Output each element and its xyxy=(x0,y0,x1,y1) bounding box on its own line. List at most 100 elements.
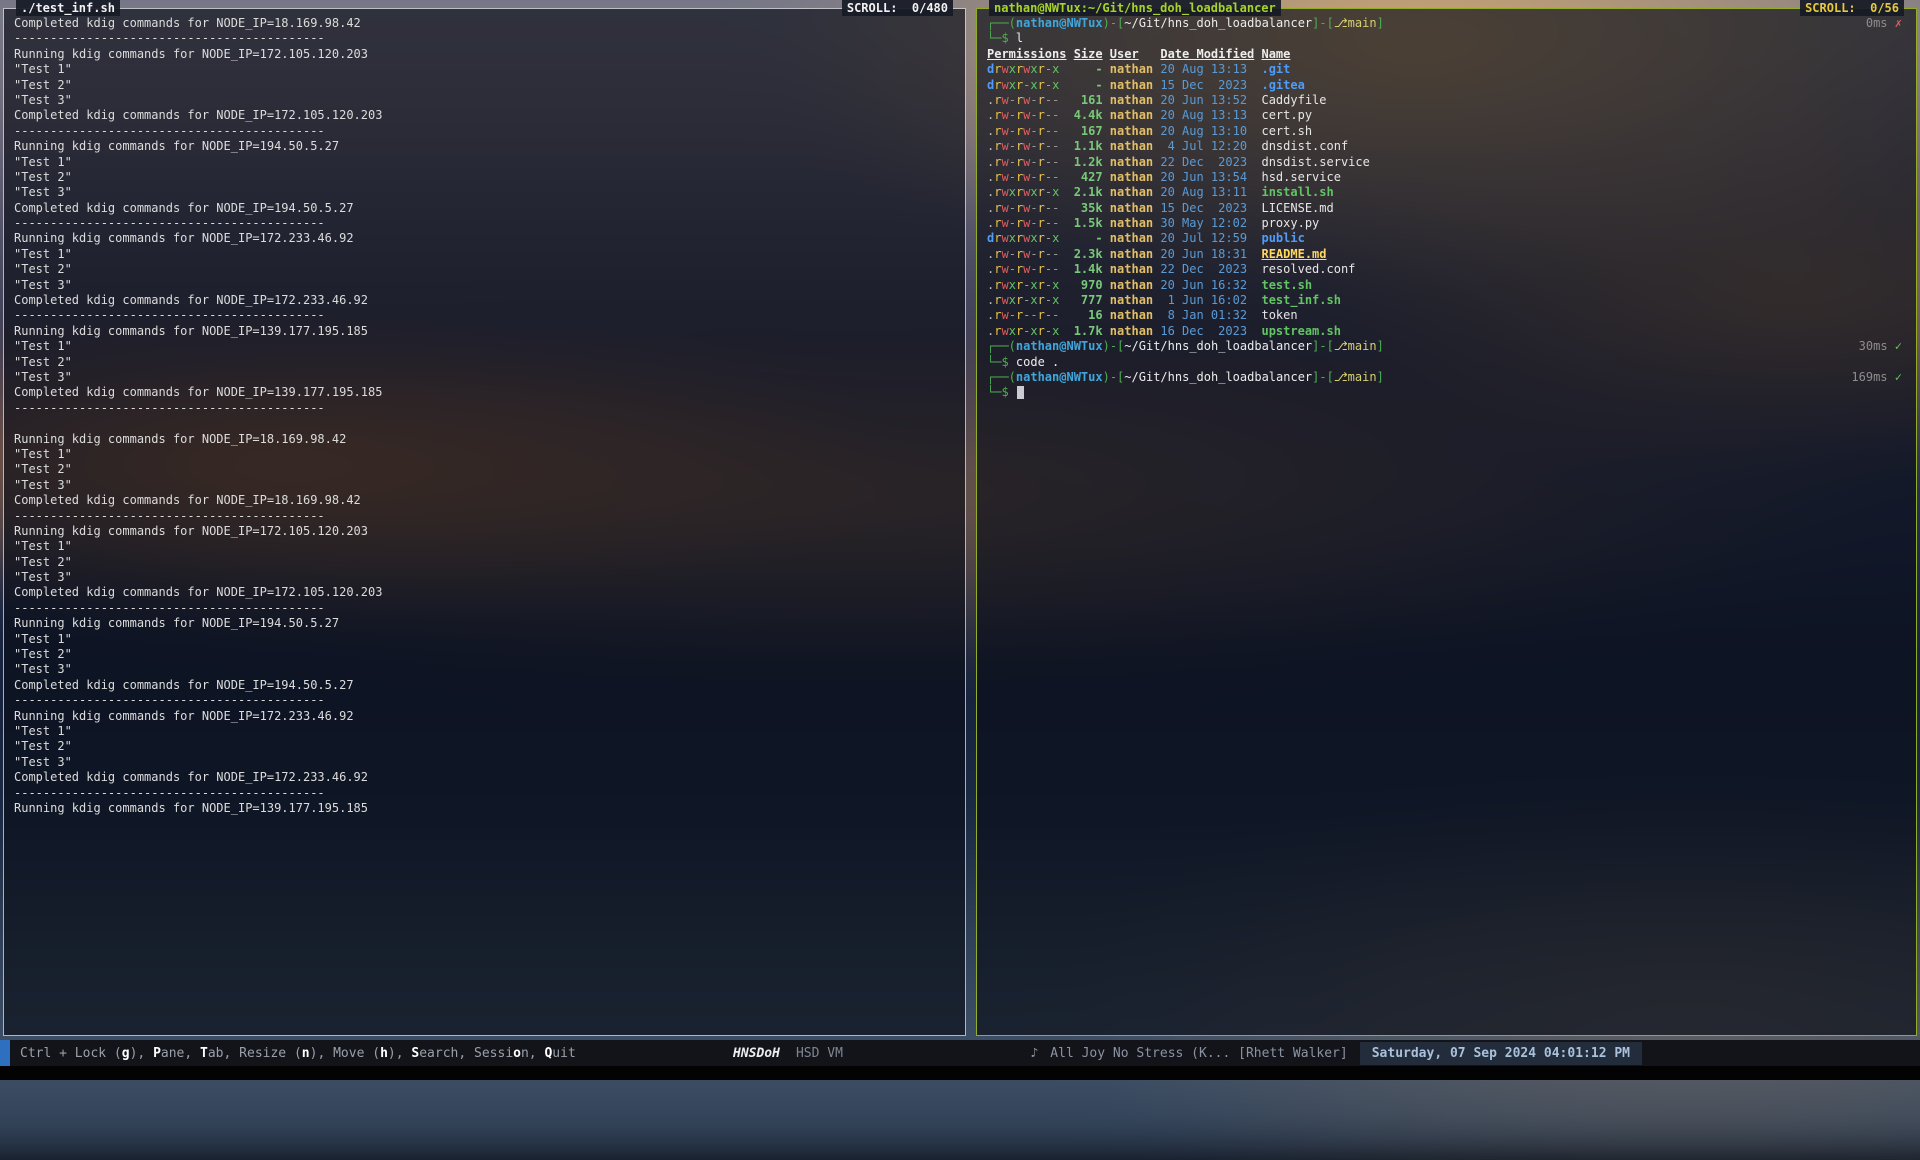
terminal-line: "Test 3" xyxy=(14,478,955,493)
terminal-line: ----------------------------------------… xyxy=(14,693,955,708)
file-permissions: .rw-rw-r-- xyxy=(987,262,1066,277)
file-date: 20 Aug 13:13 xyxy=(1160,108,1254,123)
perm-char: w xyxy=(1001,262,1008,276)
keyhint-text: ), xyxy=(310,1046,333,1061)
prompt-line: ┌──(nathan@NWTux)-[~/Git/hns_doh_loadbal… xyxy=(987,339,1906,354)
perm-char: w xyxy=(1001,278,1008,292)
perm-char: - xyxy=(1009,216,1016,230)
left-pane-output[interactable]: Completed kdig commands for NODE_IP=18.1… xyxy=(4,9,965,1035)
typed-command: l xyxy=(1016,31,1023,45)
perm-char: - xyxy=(1030,155,1037,169)
pane-test-inf-sh[interactable]: ./test_inf.sh SCROLL: 0/480 Completed kd… xyxy=(3,8,966,1036)
git-branch-icon: ⎇ xyxy=(1334,370,1348,385)
perm-char: x xyxy=(1030,278,1037,292)
file-owner: nathan xyxy=(1110,201,1153,216)
terminal-line: ----------------------------------------… xyxy=(14,401,955,416)
file-permissions: .rw-rw-r-- xyxy=(987,93,1066,108)
terminal-line: Running kdig commands for NODE_IP=139.17… xyxy=(14,324,955,339)
keyhint-text: ab, xyxy=(208,1046,239,1061)
terminal-line xyxy=(14,416,955,431)
command-line: └─$ l xyxy=(987,31,1906,46)
header-user: User xyxy=(1110,47,1153,62)
file-row: .rw-rw-r--427nathan20 Jun 13:54hsd.servi… xyxy=(987,170,1906,185)
perm-char: r xyxy=(1038,324,1045,338)
perm-char: - xyxy=(1052,247,1059,261)
file-name: resolved.conf xyxy=(1261,262,1355,276)
right-pane-output[interactable]: ┌──(nathan@NWTux)-[~/Git/hns_doh_loadbal… xyxy=(977,9,1916,1035)
file-name: dnsdist.conf xyxy=(1261,139,1348,153)
file-row: .rw-rw-r--1.1knathan 4 Jul 12:20dnsdist.… xyxy=(987,139,1906,154)
terminal-line: "Test 2" xyxy=(14,78,955,93)
keyhint-key: o xyxy=(513,1046,521,1061)
pane-shell[interactable]: nathan@NWTux:~/Git/hns_doh_loadbalancer … xyxy=(976,8,1917,1036)
prompt-frame: ] xyxy=(1377,339,1384,354)
file-permissions: .rw-rw-r-- xyxy=(987,201,1066,216)
perm-char: - xyxy=(1052,262,1059,276)
perm-char: - xyxy=(1009,262,1016,276)
perm-char: - xyxy=(1052,155,1059,169)
keyhint-key: n xyxy=(302,1046,310,1061)
perm-char: w xyxy=(1001,93,1008,107)
file-name: .gitea xyxy=(1261,78,1304,92)
perm-char: - xyxy=(1009,139,1016,153)
file-size: 35k xyxy=(1074,201,1103,216)
file-date: 20 Aug 13:10 xyxy=(1160,124,1254,139)
perm-char: - xyxy=(1052,216,1059,230)
file-owner: nathan xyxy=(1110,124,1153,139)
status-ok-icon: ✓ xyxy=(1895,370,1902,385)
perm-char: r xyxy=(1038,170,1045,184)
file-name: token xyxy=(1261,308,1297,322)
file-name: dnsdist.service xyxy=(1261,155,1369,169)
file-size: 4.4k xyxy=(1074,108,1103,123)
layout-group: HNSDoH HSD VM xyxy=(733,1040,843,1066)
status-ok-icon: ✓ xyxy=(1895,339,1902,354)
file-size: 16 xyxy=(1074,308,1103,323)
perm-char: - xyxy=(1030,247,1037,261)
file-date: 20 Jun 18:31 xyxy=(1160,247,1254,262)
perm-char: x xyxy=(1052,78,1059,92)
prompt-frame: ]-[ xyxy=(1312,339,1334,354)
status-right-group: ♪ All Joy No Stress (K... [Rhett Walker]… xyxy=(1030,1040,1642,1066)
music-note-icon: ♪ xyxy=(1030,1046,1038,1061)
perm-char: x xyxy=(1030,78,1037,92)
perm-char: x xyxy=(1030,185,1037,199)
terminal-line: "Test 1" xyxy=(14,155,955,170)
prompt-frame: └─$ xyxy=(987,355,1016,369)
keyhint-key: h xyxy=(380,1046,388,1061)
clock: Saturday, 07 Sep 2024 04:01:12 PM xyxy=(1360,1042,1642,1065)
keyhint-text: Move ( xyxy=(333,1046,380,1061)
perm-char: r xyxy=(1038,201,1045,215)
terminal-line: ----------------------------------------… xyxy=(14,509,955,524)
file-name: LICENSE.md xyxy=(1261,201,1333,215)
perm-char: - xyxy=(1052,139,1059,153)
command-duration: 169ms xyxy=(1851,370,1894,385)
perm-char: r xyxy=(1038,278,1045,292)
file-date: 20 Jun 13:52 xyxy=(1160,93,1254,108)
file-date: 22 Dec 2023 xyxy=(1160,155,1254,170)
perm-char: - xyxy=(1052,308,1059,322)
perm-char: - xyxy=(1030,216,1037,230)
perm-char: x xyxy=(1052,185,1059,199)
perm-char: r xyxy=(1038,124,1045,138)
file-permissions: .rw-rw-r-- xyxy=(987,108,1066,123)
terminal-line: "Test 1" xyxy=(14,632,955,647)
file-owner: nathan xyxy=(1110,231,1153,246)
prompt-frame: ] xyxy=(1377,16,1384,31)
terminal-line: "Test 2" xyxy=(14,555,955,570)
perm-char: - xyxy=(1030,308,1037,322)
terminal-line: "Test 3" xyxy=(14,370,955,385)
terminal-line: Running kdig commands for NODE_IP=139.17… xyxy=(14,801,955,816)
typed-command: code . xyxy=(1016,355,1059,369)
header-date: Date Modified xyxy=(1160,47,1254,62)
terminal-line: Running kdig commands for NODE_IP=194.50… xyxy=(14,616,955,631)
perm-char: - xyxy=(1030,139,1037,153)
keyhint-text: earch, xyxy=(419,1046,474,1061)
prompt-user-host: nathan@NWTux xyxy=(1016,16,1103,31)
keyhint-text: ), xyxy=(388,1046,411,1061)
file-size: 777 xyxy=(1074,293,1103,308)
git-branch-name: main xyxy=(1348,339,1377,354)
perm-char: w xyxy=(1001,124,1008,138)
terminal-line: ----------------------------------------… xyxy=(14,786,955,801)
terminal-line: Completed kdig commands for NODE_IP=172.… xyxy=(14,770,955,785)
perm-char: w xyxy=(1001,155,1008,169)
